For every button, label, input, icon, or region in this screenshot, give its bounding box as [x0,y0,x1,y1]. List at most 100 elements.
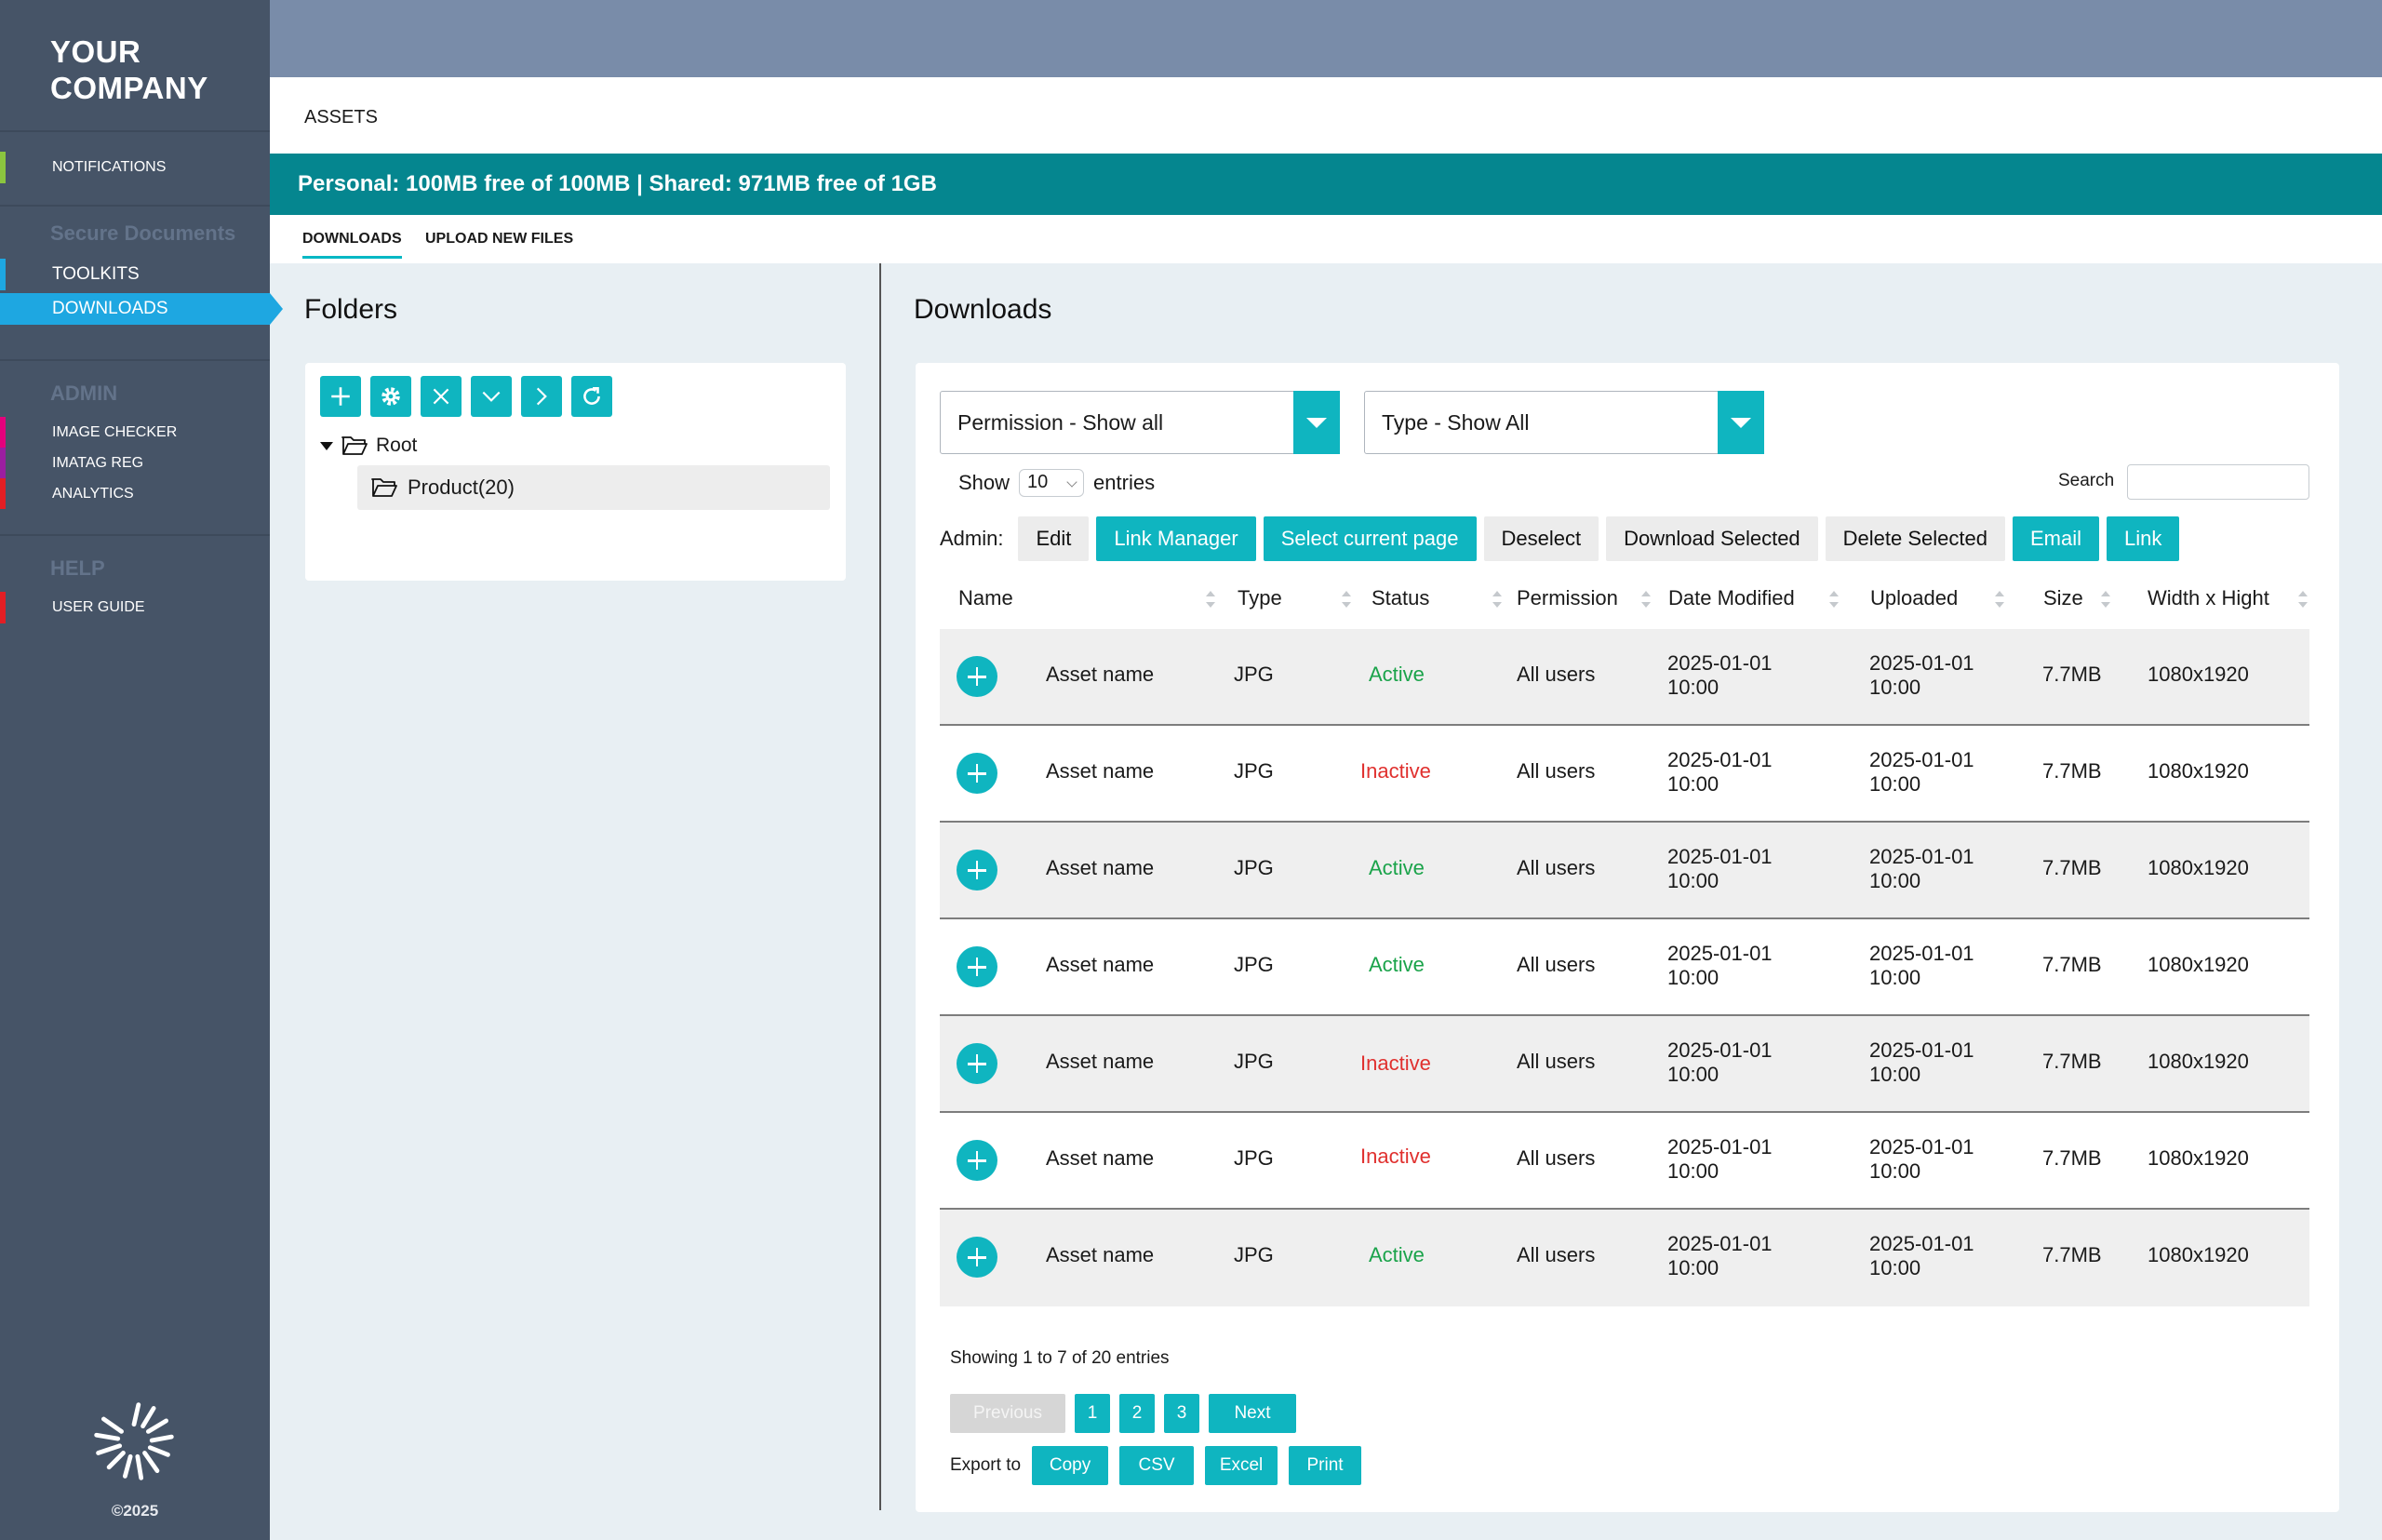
expand-all-button[interactable] [471,376,512,417]
deselect-button[interactable]: Deselect [1483,516,1599,561]
cell-name[interactable]: Asset name [1046,1146,1154,1171]
column-header-name[interactable]: Name [958,577,1013,620]
date-text: 2025-01-01 [1667,651,1773,675]
pagination-page-3[interactable]: 3 [1164,1394,1199,1433]
chevron-down-icon [482,391,501,402]
sort-icon[interactable] [1342,591,1351,608]
cell-size: 7.7MB [2042,856,2102,879]
pagination-next-button[interactable]: Next [1209,1394,1296,1433]
cell-name[interactable]: Asset name [1046,759,1154,783]
delete-folder-button[interactable] [421,376,462,417]
tab-upload-new-files[interactable]: UPLOAD NEW FILES [425,231,573,248]
cell-date-modified: 2025-01-01 10:00 [1667,942,1773,990]
folder-settings-button[interactable] [370,376,411,417]
cell-size: 7.7MB [2042,1243,2102,1266]
export-csv-button[interactable]: CSV [1119,1446,1195,1485]
sidebar-item-label: NOTIFICATIONS [52,159,167,175]
expand-row-plus-icon[interactable] [957,1140,997,1181]
table-row[interactable]: Asset name JPG Inactive All users 2025-0… [940,726,2309,823]
column-header-width-x-height[interactable]: Width x Hight [2148,577,2269,620]
company-logo[interactable]: YOUR COMPANY [50,33,208,106]
tab-downloads[interactable]: DOWNLOADS [302,231,402,259]
download-selected-button[interactable]: Download Selected [1606,516,1818,561]
expand-row-plus-icon[interactable] [957,850,997,891]
cell-name[interactable]: Asset name [1046,1243,1154,1267]
expand-row-plus-icon[interactable] [957,656,997,697]
column-header-status[interactable]: Status [1372,577,1429,620]
sort-icon[interactable] [1206,591,1215,608]
type-filter-select[interactable]: Type - Show All [1364,391,1764,454]
refresh-button[interactable] [571,376,612,417]
cell-name[interactable]: Asset name [1046,856,1154,880]
cell-date-modified: 2025-01-01 10:00 [1667,748,1773,797]
time-text: 10:00 [1667,869,1720,892]
sort-icon[interactable] [1641,591,1651,608]
entries-per-page-select[interactable]: 10 [1019,469,1085,497]
downloads-panel: Permission - Show all Type - Show All Sh… [916,363,2339,1512]
link-button[interactable]: Link [2107,516,2180,561]
sort-icon[interactable] [1492,591,1502,608]
column-header-permission[interactable]: Permission [1517,577,1618,620]
add-folder-button[interactable] [320,376,361,417]
column-header-size[interactable]: Size [2043,577,2083,620]
delete-selected-button[interactable]: Delete Selected [1825,516,2005,561]
export-copy-button[interactable]: Copy [1032,1446,1109,1485]
nav-indicator [0,259,6,290]
search-input[interactable] [2127,464,2309,500]
sidebar-item-analytics[interactable]: ANALYTICS [0,478,270,509]
export-print-button[interactable]: Print [1289,1446,1362,1485]
cell-name[interactable]: Asset name [1046,663,1154,687]
sort-icon[interactable] [1829,591,1839,608]
table-row[interactable]: Asset name JPG Inactive All users 2025-0… [940,1016,2309,1113]
table-row[interactable]: Asset name JPG Active All users 2025-01-… [940,629,2309,726]
caret-down-icon[interactable] [320,441,333,450]
table-row[interactable]: Asset name JPG Active All users 2025-01-… [940,1210,2309,1306]
permission-filter-select[interactable]: Permission - Show all [940,391,1340,454]
sidebar-item-imatag-reg[interactable]: IMATAG REG [0,448,270,478]
sidebar-item-user-guide[interactable]: USER GUIDE [0,592,270,623]
cell-size: 7.7MB [2042,953,2102,976]
edit-button[interactable]: Edit [1018,516,1090,561]
tree-node-root[interactable]: Root [320,435,417,457]
cell-name[interactable]: Asset name [1046,953,1154,977]
column-header-type[interactable]: Type [1238,577,1282,620]
email-button[interactable]: Email [2013,516,2100,561]
cell-date-modified: 2025-01-01 10:00 [1667,1038,1773,1087]
sidebar-divider [0,130,270,132]
cell-permission: All users [1517,953,1596,976]
column-header-uploaded[interactable]: Uploaded [1870,577,1958,620]
sort-icon[interactable] [1995,591,2004,608]
date-text: 2025-01-01 [1869,651,1974,675]
sidebar-item-downloads[interactable]: DOWNLOADS [0,293,283,325]
gear-icon [381,387,400,406]
link-manager-button[interactable]: Link Manager [1096,516,1256,561]
sidebar-item-notifications[interactable]: NOTIFICATIONS [0,152,270,183]
select-current-page-button[interactable]: Select current page [1263,516,1477,561]
sort-icon[interactable] [2298,591,2308,608]
collapse-all-button[interactable] [521,376,562,417]
cell-type: JPG [1234,1050,1274,1073]
tree-node-product[interactable]: Product(20) [357,465,830,510]
expand-row-plus-icon[interactable] [957,946,997,987]
dropdown-arrow-icon[interactable] [1718,391,1764,454]
table-row[interactable]: Asset name JPG Inactive All users 2025-0… [940,1113,2309,1210]
pagination: Previous 1 2 3 Next [950,1394,1296,1433]
sidebar-item-toolkits[interactable]: TOOLKITS [0,259,270,290]
pagination-page-2[interactable]: 2 [1119,1394,1155,1433]
expand-row-plus-icon[interactable] [957,753,997,794]
table-row[interactable]: Asset name JPG Active All users 2025-01-… [940,823,2309,919]
table-row[interactable]: Asset name JPG Active All users 2025-01-… [940,919,2309,1016]
time-text: 10:00 [1869,1063,1921,1086]
dropdown-arrow-icon[interactable] [1293,391,1340,454]
column-header-date-modified[interactable]: Date Modified [1668,577,1795,620]
expand-row-plus-icon[interactable] [957,1237,997,1278]
export-excel-button[interactable]: Excel [1205,1446,1278,1485]
pagination-previous-button[interactable]: Previous [950,1394,1065,1433]
sort-icon[interactable] [2101,591,2110,608]
sidebar-item-image-checker[interactable]: IMAGE CHECKER [0,417,270,448]
nav-indicator [0,152,6,183]
cell-size: 7.7MB [2042,759,2102,783]
pagination-page-1[interactable]: 1 [1075,1394,1110,1433]
cell-name[interactable]: Asset name [1046,1050,1154,1074]
expand-row-plus-icon[interactable] [957,1043,997,1084]
